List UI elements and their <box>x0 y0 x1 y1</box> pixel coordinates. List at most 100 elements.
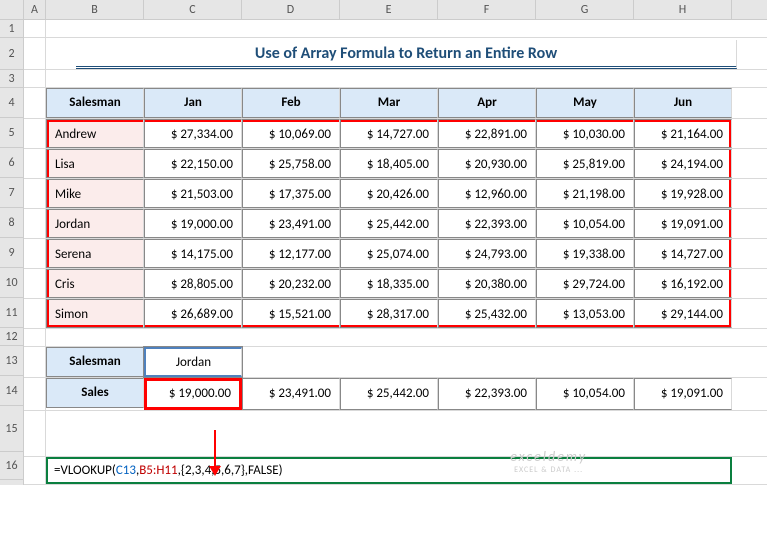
col-D[interactable]: D <box>242 0 340 19</box>
value-cell[interactable]: $ 26,689.00 <box>144 299 242 328</box>
row-16[interactable]: 16 <box>0 452 23 480</box>
value-cell[interactable]: $ 13,053.00 <box>536 299 634 328</box>
row-1[interactable]: 1 <box>0 20 23 38</box>
value-cell[interactable]: $ 12,960.00 <box>438 179 536 208</box>
value-cell[interactable]: $ 14,175.00 <box>144 239 242 268</box>
value-cell[interactable]: $ 16,192.00 <box>634 269 732 298</box>
lookup-sales-label[interactable]: Sales <box>46 378 144 408</box>
table-row: Andrew$ 27,334.00$ 10,069.00$ 14,727.00$… <box>24 119 767 149</box>
row-11[interactable]: 11 <box>0 298 23 328</box>
lookup-row-2: Sales $ 19,000.00 $ 23,491.00 $ 25,442.0… <box>24 378 767 411</box>
col-A[interactable]: A <box>24 0 46 19</box>
spreadsheet-grid[interactable]: Use of Array Formula to Return an Entire… <box>24 20 767 485</box>
value-cell[interactable]: $ 20,380.00 <box>438 269 536 298</box>
header-feb[interactable]: Feb <box>242 88 340 118</box>
value-cell[interactable]: $ 25,074.00 <box>340 239 438 268</box>
row-9[interactable]: 9 <box>0 238 23 268</box>
salesman-name[interactable]: Cris <box>46 269 144 298</box>
row-14[interactable]: 14 <box>0 376 23 406</box>
value-cell[interactable]: $ 21,164.00 <box>634 119 732 148</box>
result-cell-1[interactable]: $ 23,491.00 <box>242 378 340 410</box>
lookup-salesman-value[interactable]: Jordan <box>144 347 242 377</box>
header-jun[interactable]: Jun <box>634 88 732 118</box>
value-cell[interactable]: $ 19,091.00 <box>634 209 732 238</box>
salesman-name[interactable]: Jordan <box>46 209 144 238</box>
value-cell[interactable]: $ 19,338.00 <box>536 239 634 268</box>
value-cell[interactable]: $ 18,405.00 <box>340 149 438 178</box>
lookup-row-1: Salesman Jordan <box>24 347 767 378</box>
salesman-name[interactable]: Serena <box>46 239 144 268</box>
value-cell[interactable]: $ 24,793.00 <box>438 239 536 268</box>
salesman-name[interactable]: Simon <box>46 299 144 328</box>
value-cell[interactable]: $ 14,727.00 <box>340 119 438 148</box>
header-salesman[interactable]: Salesman <box>46 88 144 118</box>
row-13[interactable]: 13 <box>0 346 23 376</box>
value-cell[interactable]: $ 22,150.00 <box>144 149 242 178</box>
value-cell[interactable]: $ 10,069.00 <box>242 119 340 148</box>
row-5[interactable]: 5 <box>0 118 23 148</box>
value-cell[interactable]: $ 20,426.00 <box>340 179 438 208</box>
table-row: Simon$ 26,689.00$ 15,521.00$ 28,317.00$ … <box>24 299 767 329</box>
table-header-row: Salesman Jan Feb Mar Apr May Jun <box>24 88 767 119</box>
value-cell[interactable]: $ 10,054.00 <box>536 209 634 238</box>
value-cell[interactable]: $ 19,000.00 <box>144 209 242 238</box>
value-cell[interactable]: $ 14,727.00 <box>634 239 732 268</box>
row-3[interactable]: 3 <box>0 70 23 88</box>
salesman-name[interactable]: Lisa <box>46 149 144 178</box>
row-10[interactable]: 10 <box>0 268 23 298</box>
result-cell-2[interactable]: $ 25,442.00 <box>340 378 438 410</box>
value-cell[interactable]: $ 25,432.00 <box>438 299 536 328</box>
formula-arg1: C13 <box>116 459 136 482</box>
header-jan[interactable]: Jan <box>144 88 242 118</box>
value-cell[interactable]: $ 27,334.00 <box>144 119 242 148</box>
row-7[interactable]: 7 <box>0 178 23 208</box>
header-may[interactable]: May <box>536 88 634 118</box>
value-cell[interactable]: $ 28,805.00 <box>144 269 242 298</box>
formula-cell[interactable]: =VLOOKUP( C13 , B5:H11 , {2,3,4,5,6,7} ,… <box>46 457 634 484</box>
value-cell[interactable]: $ 28,317.00 <box>340 299 438 328</box>
value-cell[interactable]: $ 25,442.00 <box>340 209 438 238</box>
page-title: Use of Array Formula to Return an Entire… <box>76 40 737 69</box>
value-cell[interactable]: $ 20,232.00 <box>242 269 340 298</box>
lookup-salesman-label[interactable]: Salesman <box>46 347 144 377</box>
value-cell[interactable]: $ 19,928.00 <box>634 179 732 208</box>
formula-arg2: B5:H11 <box>139 459 177 482</box>
value-cell[interactable]: $ 15,521.00 <box>242 299 340 328</box>
col-B[interactable]: B <box>46 0 144 19</box>
col-H[interactable]: H <box>634 0 732 19</box>
col-C[interactable]: C <box>144 0 242 19</box>
col-F[interactable]: F <box>438 0 536 19</box>
value-cell[interactable]: $ 21,198.00 <box>536 179 634 208</box>
row-15[interactable]: 15 <box>0 406 23 452</box>
row-12[interactable]: 12 <box>0 328 23 346</box>
value-cell[interactable]: $ 23,491.00 <box>242 209 340 238</box>
salesman-name[interactable]: Mike <box>46 179 144 208</box>
col-G[interactable]: G <box>536 0 634 19</box>
value-cell[interactable]: $ 24,194.00 <box>634 149 732 178</box>
value-cell[interactable]: $ 12,177.00 <box>242 239 340 268</box>
row-6[interactable]: 6 <box>0 148 23 178</box>
value-cell[interactable]: $ 25,819.00 <box>536 149 634 178</box>
value-cell[interactable]: $ 22,393.00 <box>438 209 536 238</box>
value-cell[interactable]: $ 25,758.00 <box>242 149 340 178</box>
result-cell-3[interactable]: $ 22,393.00 <box>438 378 536 410</box>
result-cell-5[interactable]: $ 19,091.00 <box>634 378 732 410</box>
value-cell[interactable]: $ 10,030.00 <box>536 119 634 148</box>
value-cell[interactable]: $ 29,144.00 <box>634 299 732 328</box>
row-8[interactable]: 8 <box>0 208 23 238</box>
formula-func: =VLOOKUP( <box>54 459 116 482</box>
value-cell[interactable]: $ 29,724.00 <box>536 269 634 298</box>
value-cell[interactable]: $ 17,375.00 <box>242 179 340 208</box>
salesman-name[interactable]: Andrew <box>46 119 144 148</box>
value-cell[interactable]: $ 21,503.00 <box>144 179 242 208</box>
header-apr[interactable]: Apr <box>438 88 536 118</box>
result-cell-0[interactable]: $ 19,000.00 <box>144 378 242 410</box>
header-mar[interactable]: Mar <box>340 88 438 118</box>
result-cell-4[interactable]: $ 10,054.00 <box>536 378 634 410</box>
value-cell[interactable]: $ 18,335.00 <box>340 269 438 298</box>
row-2[interactable]: 2 <box>0 38 23 70</box>
col-E[interactable]: E <box>340 0 438 19</box>
value-cell[interactable]: $ 22,891.00 <box>438 119 536 148</box>
row-4[interactable]: 4 <box>0 88 23 118</box>
value-cell[interactable]: $ 20,930.00 <box>438 149 536 178</box>
